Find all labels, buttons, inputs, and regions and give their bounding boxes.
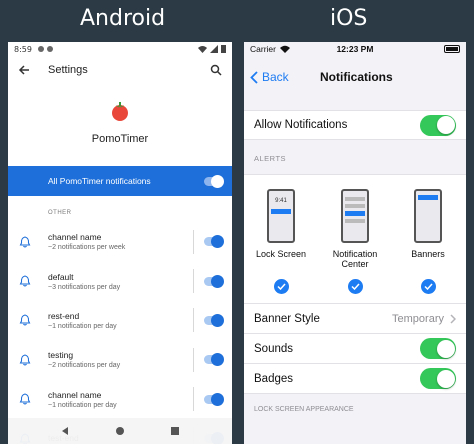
allow-notifications-label: Allow Notifications bbox=[254, 119, 348, 131]
channel-toggle[interactable] bbox=[204, 235, 224, 249]
alert-style-label: Notification Center bbox=[332, 249, 378, 270]
android-heading: Android bbox=[80, 6, 166, 31]
channel-row[interactable]: default ~3 notifications per day bbox=[8, 261, 232, 300]
sounds-label: Sounds bbox=[254, 342, 294, 355]
status-right-icons bbox=[198, 45, 226, 53]
wifi-icon bbox=[198, 46, 207, 53]
channel-title: default bbox=[48, 271, 74, 282]
banner-style-label: Banner Style bbox=[254, 312, 320, 325]
checkmark-icon bbox=[420, 279, 436, 294]
badges-label: Badges bbox=[254, 372, 294, 385]
preview-time: 9:41 bbox=[275, 198, 287, 204]
ios-heading: iOS bbox=[330, 6, 368, 31]
app-name: PomoTimer bbox=[91, 133, 149, 145]
channel-toggle[interactable] bbox=[204, 313, 224, 327]
alert-styles-panel: 9:41 Lock Screen Notification Center Ban… bbox=[244, 174, 466, 304]
banner-style-row[interactable]: Banner Style Temporary bbox=[244, 304, 466, 334]
nav-home-icon[interactable] bbox=[115, 426, 125, 436]
battery-icon bbox=[221, 45, 226, 53]
android-toolbar: Settings bbox=[8, 56, 232, 84]
back-label: Back bbox=[262, 70, 289, 84]
sounds-switch[interactable] bbox=[420, 338, 456, 359]
android-status-time: 8:59 bbox=[14, 44, 32, 54]
all-notifications-row[interactable]: All PomoTimer notifications bbox=[8, 166, 232, 196]
channel-row[interactable]: channel name ~2 notifications per week bbox=[8, 222, 232, 261]
sounds-row: Sounds bbox=[244, 334, 466, 364]
allow-notifications-switch[interactable] bbox=[420, 114, 456, 136]
channel-subtitle: ~2 notifications per day bbox=[48, 362, 121, 370]
checkmark-icon bbox=[347, 279, 363, 294]
channel-title: channel name bbox=[48, 389, 102, 400]
back-button[interactable]: Back bbox=[250, 70, 289, 84]
nav-recents-icon[interactable] bbox=[170, 426, 180, 436]
channel-toggle[interactable] bbox=[204, 274, 224, 288]
app-header: PomoTimer bbox=[8, 84, 232, 166]
toolbar-title: Settings bbox=[48, 64, 88, 76]
channel-subtitle: ~3 notifications per day bbox=[48, 283, 121, 291]
notification-center-preview-icon bbox=[341, 189, 369, 243]
tomato-app-icon bbox=[112, 102, 128, 121]
search-icon[interactable] bbox=[210, 64, 222, 76]
banners-preview-icon bbox=[414, 189, 442, 243]
ios-nav-bar: Back Notifications bbox=[244, 56, 466, 98]
ios-screen: Carrier 12:23 PM Back Notifications Allo… bbox=[244, 42, 466, 444]
alert-style-lock-screen[interactable]: 9:41 Lock Screen bbox=[250, 189, 312, 294]
nav-back-icon[interactable] bbox=[60, 426, 70, 436]
channel-title: testing bbox=[48, 350, 74, 361]
bell-icon bbox=[19, 393, 31, 405]
chevron-left-icon bbox=[250, 70, 258, 84]
alert-style-label: Lock Screen bbox=[255, 249, 307, 259]
channel-title: channel name bbox=[48, 232, 102, 243]
status-notification-icons bbox=[37, 46, 53, 52]
lock-screen-appearance-header: LOCK SCREEN APPEARANCE bbox=[254, 406, 354, 413]
alert-style-notification-center[interactable]: Notification Center bbox=[324, 189, 386, 294]
android-screen: 8:59 Settings PomoTimer All PomoTimer no… bbox=[8, 42, 232, 444]
badges-row: Badges bbox=[244, 364, 466, 394]
notification-status-icon bbox=[46, 46, 53, 52]
alerts-section-header: ALERTS bbox=[254, 154, 287, 163]
badges-switch[interactable] bbox=[420, 368, 456, 389]
bell-icon bbox=[19, 275, 31, 287]
signal-icon bbox=[210, 45, 218, 53]
alert-style-label: Banners bbox=[411, 249, 445, 259]
channel-title: rest-end bbox=[48, 310, 80, 321]
ios-status-bar: Carrier 12:23 PM bbox=[244, 42, 466, 56]
bell-icon bbox=[19, 236, 31, 248]
bell-icon bbox=[19, 314, 31, 327]
channel-subtitle: ~1 notification per day bbox=[48, 322, 117, 330]
all-notifications-toggle[interactable] bbox=[204, 174, 224, 188]
channel-row[interactable]: rest-end ~1 notification per day bbox=[8, 301, 232, 340]
ios-status-time: 12:23 PM bbox=[336, 44, 374, 54]
channel-toggle[interactable] bbox=[204, 392, 224, 406]
android-nav-bar bbox=[8, 418, 232, 444]
other-section-header: OTHER bbox=[48, 210, 72, 216]
all-notifications-label: All PomoTimer notifications bbox=[48, 176, 151, 186]
bell-icon bbox=[19, 354, 31, 366]
channel-row[interactable]: testing ~2 notifications per day bbox=[8, 340, 232, 379]
gear-status-icon bbox=[37, 46, 44, 52]
channel-subtitle: ~1 notification per day bbox=[48, 401, 117, 409]
chevron-right-icon bbox=[450, 313, 456, 324]
channel-toggle[interactable] bbox=[204, 353, 224, 367]
lock-screen-preview-icon: 9:41 bbox=[267, 189, 295, 243]
android-status-bar: 8:59 bbox=[8, 42, 232, 56]
channel-subtitle: ~2 notifications per week bbox=[48, 244, 126, 252]
nav-title: Notifications bbox=[320, 70, 393, 84]
banner-style-value: Temporary bbox=[392, 312, 444, 325]
back-arrow-icon[interactable] bbox=[18, 64, 30, 76]
channel-row[interactable]: channel name ~1 notification per day bbox=[8, 380, 232, 419]
allow-notifications-row: Allow Notifications bbox=[244, 110, 466, 140]
checkmark-icon bbox=[273, 279, 289, 294]
alert-style-banners[interactable]: Banners bbox=[397, 189, 459, 294]
